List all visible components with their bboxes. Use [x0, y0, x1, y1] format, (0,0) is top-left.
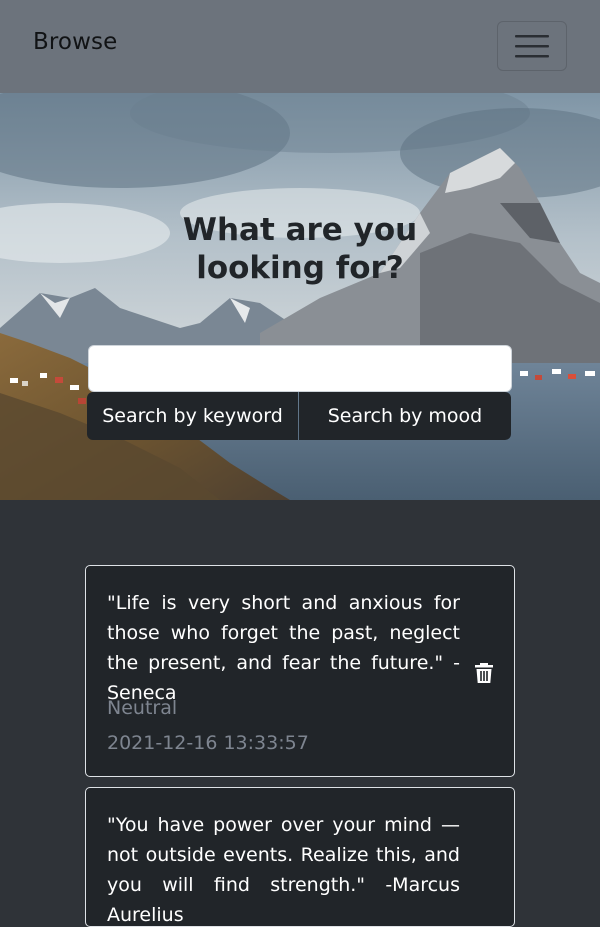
hero-title: What are you looking for?: [182, 212, 418, 286]
quote-card: "Life is very short and anxious for thos…: [85, 565, 515, 777]
quote-text: "You have power over your mind — not out…: [107, 814, 460, 926]
quote-timestamp: 2021-12-16 13:33:57: [107, 732, 309, 754]
quote-card: "You have power over your mind — not out…: [85, 787, 515, 927]
hamburger-menu-icon: [515, 35, 549, 58]
navbar-toggle-button[interactable]: [497, 21, 567, 71]
quote-text: "Life is very short and anxious for thos…: [107, 592, 460, 704]
trash-icon[interactable]: [474, 662, 494, 684]
search-by-keyword-button[interactable]: Search by keyword: [87, 392, 298, 440]
hero-banner: What are you looking for? Search by keyw…: [0, 93, 600, 500]
search-by-mood-button[interactable]: Search by mood: [299, 392, 511, 440]
navbar: Browse: [0, 0, 600, 93]
quote-mood: Neutral: [107, 697, 178, 719]
search-input[interactable]: [88, 345, 512, 392]
navbar-brand[interactable]: Browse: [33, 28, 117, 56]
